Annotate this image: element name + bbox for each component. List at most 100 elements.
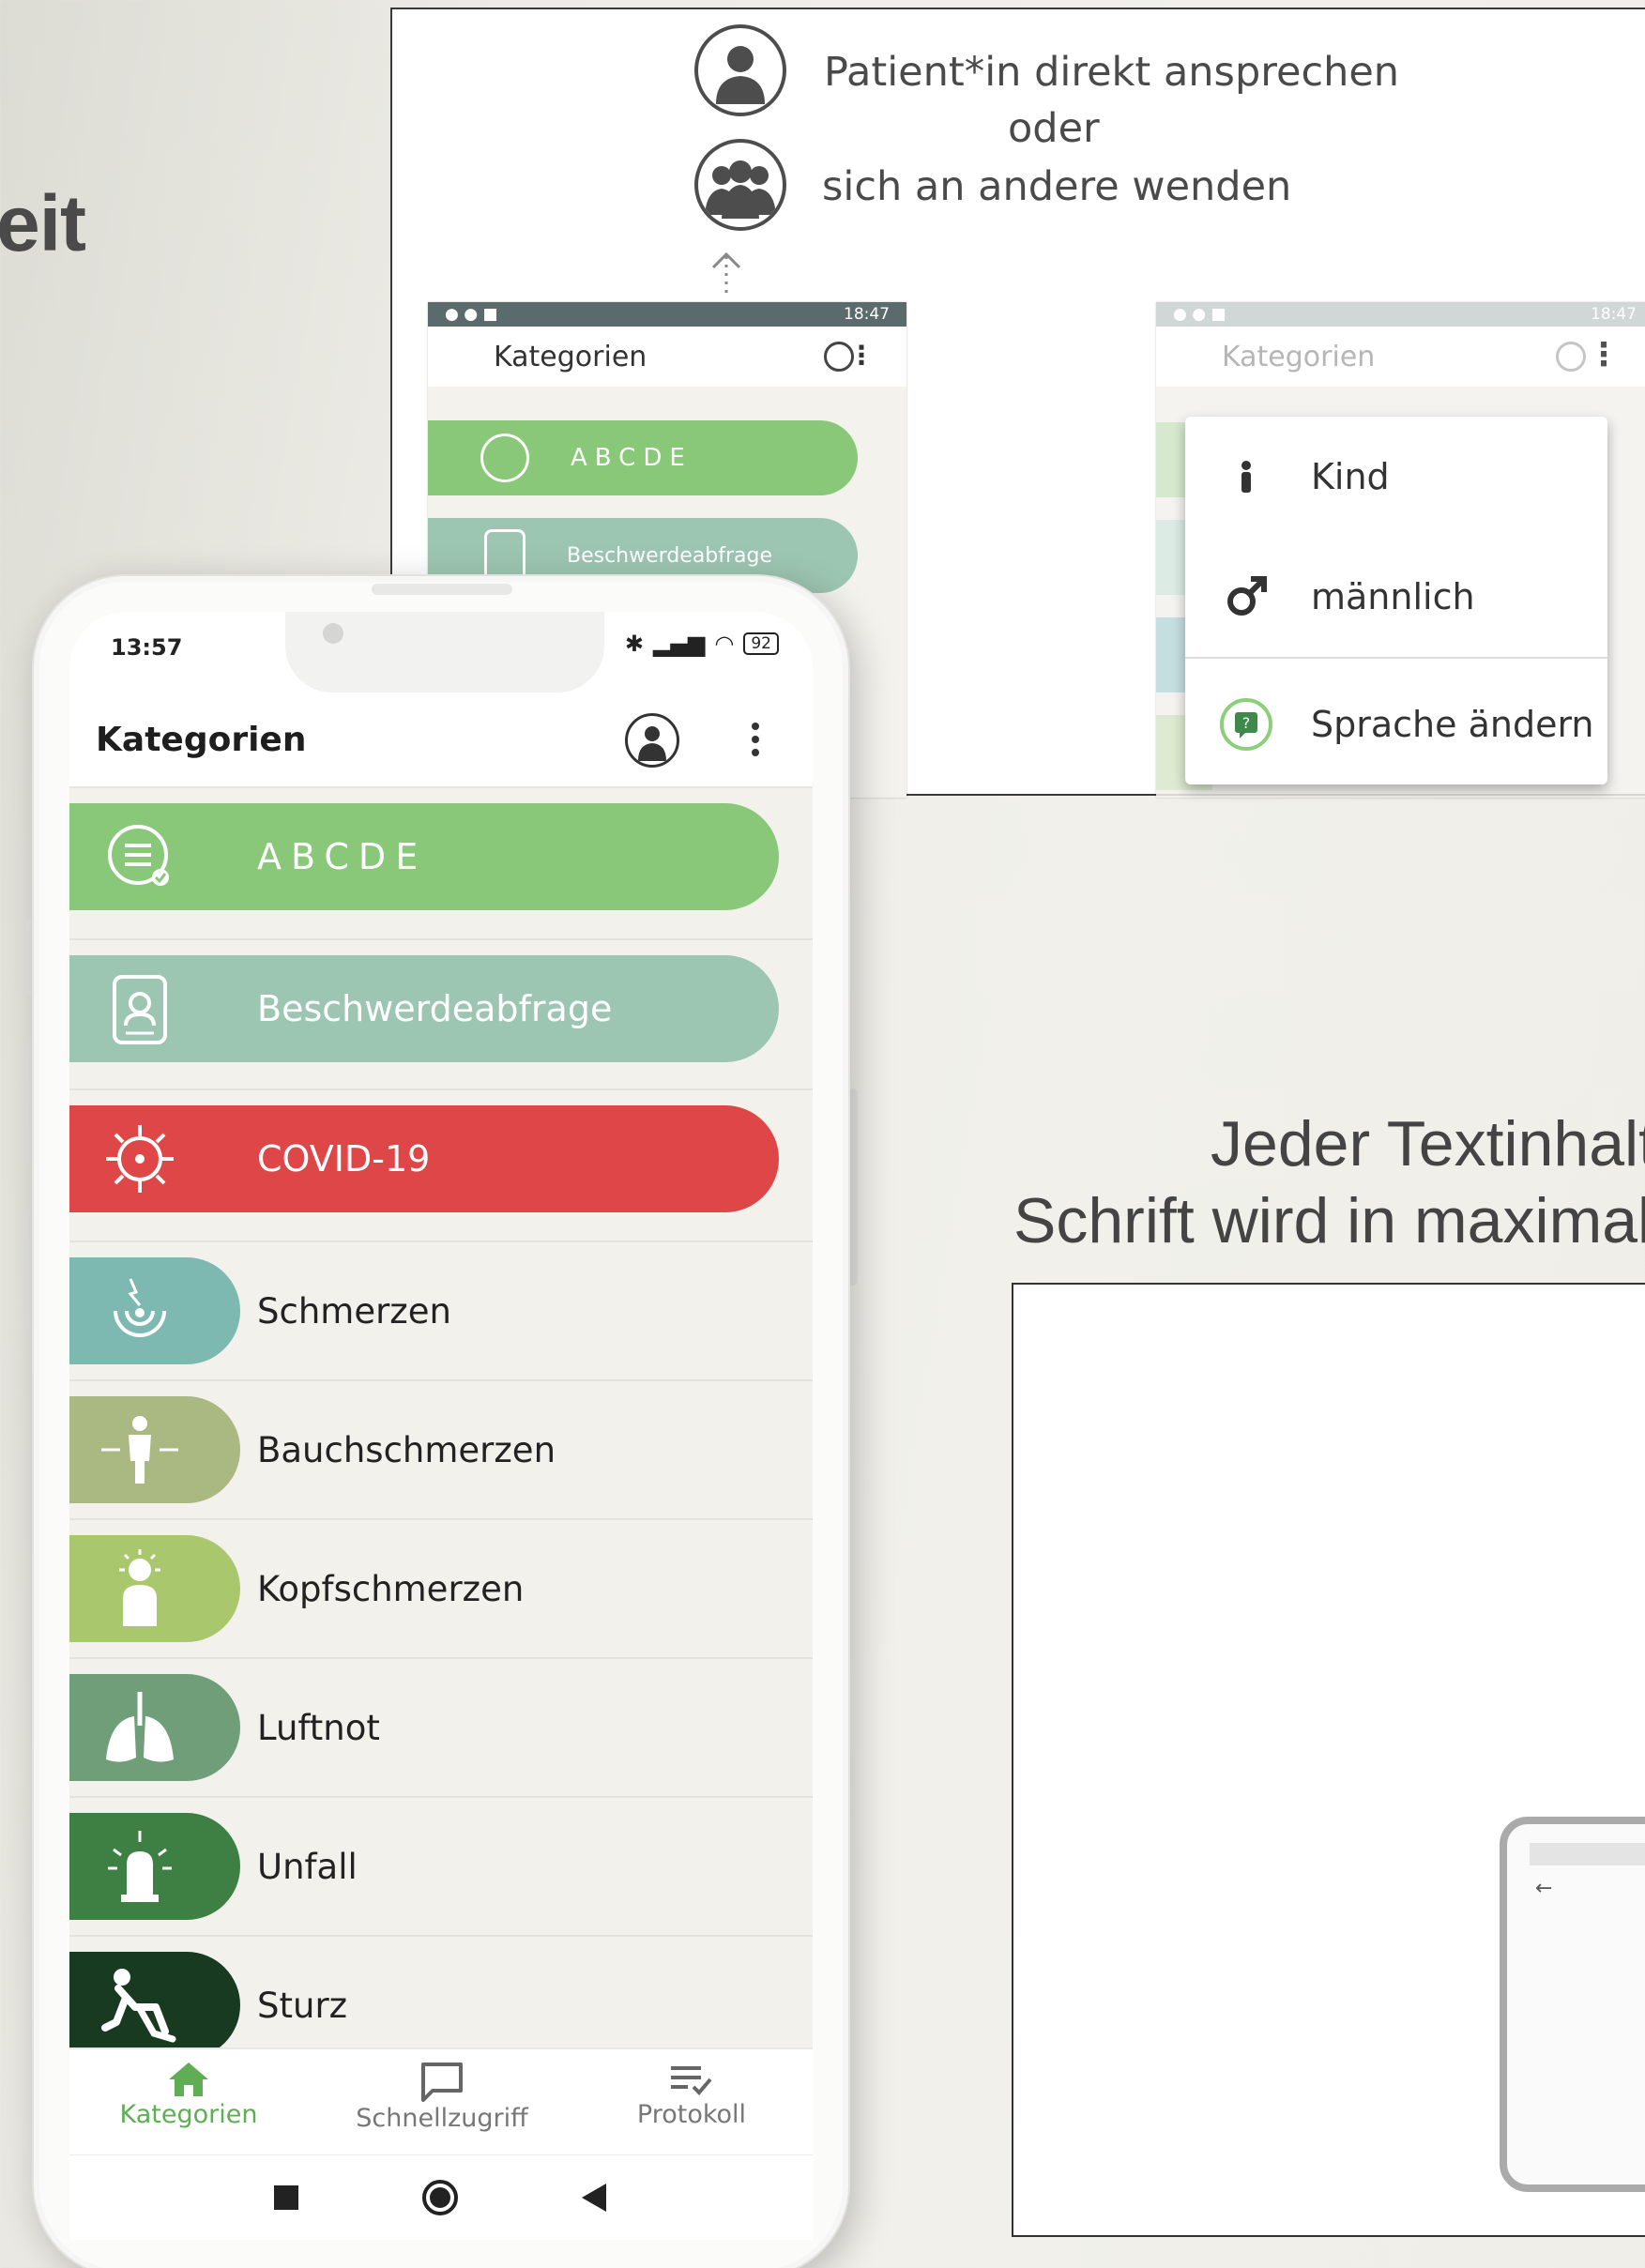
nav-label: Kategorien <box>119 2100 258 2129</box>
chat-bubble-icon <box>421 2063 463 2102</box>
siren-icon <box>69 1827 210 1906</box>
category-label: Sturz <box>257 1986 348 2026</box>
mini-appbar-title: Kategorien <box>494 340 647 373</box>
category-row-kopfschmerzen[interactable]: Kopfschmerzen <box>69 1520 813 1659</box>
mini-status-bar: ● ● ■ 18:47 <box>428 302 906 327</box>
category-row-luftnot[interactable]: Luftnot <box>69 1659 813 1798</box>
hint-line-2: oder <box>1008 105 1100 152</box>
menu-divider <box>1185 657 1607 659</box>
menu-item-label: männlich <box>1311 576 1475 617</box>
category-label: Luftnot <box>257 1708 380 1748</box>
category-pill: ABCDE <box>69 803 779 910</box>
mini-status-icons: ● ● ■ <box>1173 305 1226 324</box>
category-row-unfall[interactable]: Unfall <box>69 1798 813 1937</box>
mini-appbar-title: Kategorien <box>1222 340 1376 373</box>
mini-more-icon: ⋮ <box>848 340 875 371</box>
mini-more-icon: ⋮ <box>1588 336 1620 373</box>
svg-text:?: ? <box>1242 714 1251 732</box>
device-topbar <box>1530 1843 1645 1865</box>
slide-text-line-1: Jeder Textinhalt <box>1211 1108 1645 1180</box>
category-row-sturz[interactable]: Sturz <box>69 1937 813 2059</box>
category-pill <box>69 1257 240 1364</box>
list-check-icon <box>671 2066 712 2095</box>
mini-status-bar: ● ● ■ 18:47 <box>1156 302 1645 327</box>
mini-item-label: Beschwerdeabfrage <box>567 543 773 568</box>
menu-item-kind[interactable]: Kind <box>1185 417 1607 537</box>
fall-icon <box>69 1966 210 2045</box>
category-pill <box>69 1952 240 2059</box>
bluetooth-icon: ✱ <box>624 631 645 657</box>
mini-status-icons: ● ● ■ <box>445 305 498 324</box>
male-symbol-icon <box>1204 575 1288 618</box>
home-icon <box>169 2063 208 2096</box>
home-button[interactable] <box>422 2180 458 2215</box>
group-persons-icon <box>694 139 786 231</box>
pain-target-icon <box>69 1273 210 1348</box>
mini-item-abcde: ABCDE <box>428 420 858 495</box>
slide-text-line-2: Schrift wird in maximal <box>1013 1185 1645 1256</box>
category-label: COVID-19 <box>257 1138 431 1180</box>
more-dot <box>752 749 759 756</box>
device-illustration: ← <box>1500 1817 1645 2192</box>
bottom-navigation: Kategorien Schnellzugriff Protokoll <box>69 2047 813 2154</box>
phone-speaker <box>372 584 512 595</box>
status-icons: ✱ ▂▄▆ ◠ 92 <box>625 631 779 657</box>
category-pill <box>69 1674 240 1781</box>
battery-icon: 92 <box>743 632 779 655</box>
category-pill <box>69 1396 240 1503</box>
back-button[interactable] <box>582 2184 606 2212</box>
mini-item-label: ABCDE <box>571 444 693 472</box>
nav-label: Protokoll <box>636 2100 747 2129</box>
hint-line-1: Patient*in direkt ansprechen <box>824 49 1400 96</box>
hint-line-3: sich an andere wenden <box>822 163 1292 210</box>
home-button-dot <box>430 2187 450 2208</box>
nav-label: Schnellzugriff <box>356 2104 528 2133</box>
category-label: Kopfschmerzen <box>257 1569 525 1609</box>
more-dot <box>752 736 759 743</box>
category-label: Beschwerdeabfrage <box>257 988 613 1029</box>
mini-profile-icon <box>1556 342 1586 372</box>
status-time: 13:57 <box>111 634 183 661</box>
phone-screen: 13:57 ✱ ▂▄▆ ◠ 92 Kategorien ABCDE Beschw… <box>69 612 813 2240</box>
lungs-icon <box>69 1688 210 1767</box>
slide-heading: eit <box>0 179 86 267</box>
camera-dot <box>323 623 343 644</box>
back-arrow-icon: ← <box>1535 1877 1553 1900</box>
menu-item-label: Sprache ändern <box>1311 704 1594 745</box>
category-label: Schmerzen <box>257 1291 451 1332</box>
recents-button[interactable] <box>274 2185 298 2210</box>
mini-status-time: 18:47 <box>844 305 890 324</box>
clipboard-person-icon <box>69 971 210 1046</box>
category-row-covid[interactable]: COVID-19 <box>69 1090 813 1242</box>
category-label: ABCDE <box>257 836 428 877</box>
category-pill <box>69 1813 240 1920</box>
overflow-menu: Kind männlich ? Sprache ändern <box>1185 417 1607 784</box>
nav-tab-kategorien[interactable]: Kategorien <box>81 2061 297 2129</box>
category-row-bauchschmerzen[interactable]: Bauchschmerzen <box>69 1381 813 1520</box>
abdominal-pain-icon <box>69 1412 210 1487</box>
menu-item-maennlich[interactable]: männlich <box>1185 537 1607 657</box>
mini-list-icon <box>480 434 529 482</box>
arrow-up-icon <box>708 249 741 294</box>
menu-item-label: Kind <box>1311 456 1390 497</box>
nav-tab-schnellzugriff[interactable]: Schnellzugriff <box>334 2061 550 2133</box>
mini-appbar: Kategorien ⋮ <box>1156 327 1645 387</box>
category-pill: Beschwerdeabfrage <box>69 955 779 1062</box>
headache-icon <box>69 1549 210 1628</box>
more-options-button[interactable] <box>741 711 769 768</box>
menu-item-sprache[interactable]: ? Sprache ändern <box>1185 664 1607 784</box>
profile-button[interactable] <box>625 713 679 768</box>
status-bar: 13:57 ✱ ▂▄▆ ◠ 92 <box>69 612 813 696</box>
nav-tab-protokoll[interactable]: Protokoll <box>584 2061 800 2129</box>
category-pill: COVID-19 <box>69 1105 779 1212</box>
category-row-abcde[interactable]: ABCDE <box>69 788 813 940</box>
app-bar: Kategorien <box>69 696 813 788</box>
more-dot <box>752 723 759 730</box>
category-row-beschwerdeabfrage[interactable]: Beschwerdeabfrage <box>69 940 813 1090</box>
language-icon: ? <box>1204 697 1288 752</box>
child-icon <box>1204 460 1288 494</box>
category-row-schmerzen[interactable]: Schmerzen <box>69 1242 813 1381</box>
signal-icon: ▂▄▆ <box>653 631 706 657</box>
virus-icon <box>69 1121 210 1196</box>
category-pill <box>69 1535 240 1642</box>
